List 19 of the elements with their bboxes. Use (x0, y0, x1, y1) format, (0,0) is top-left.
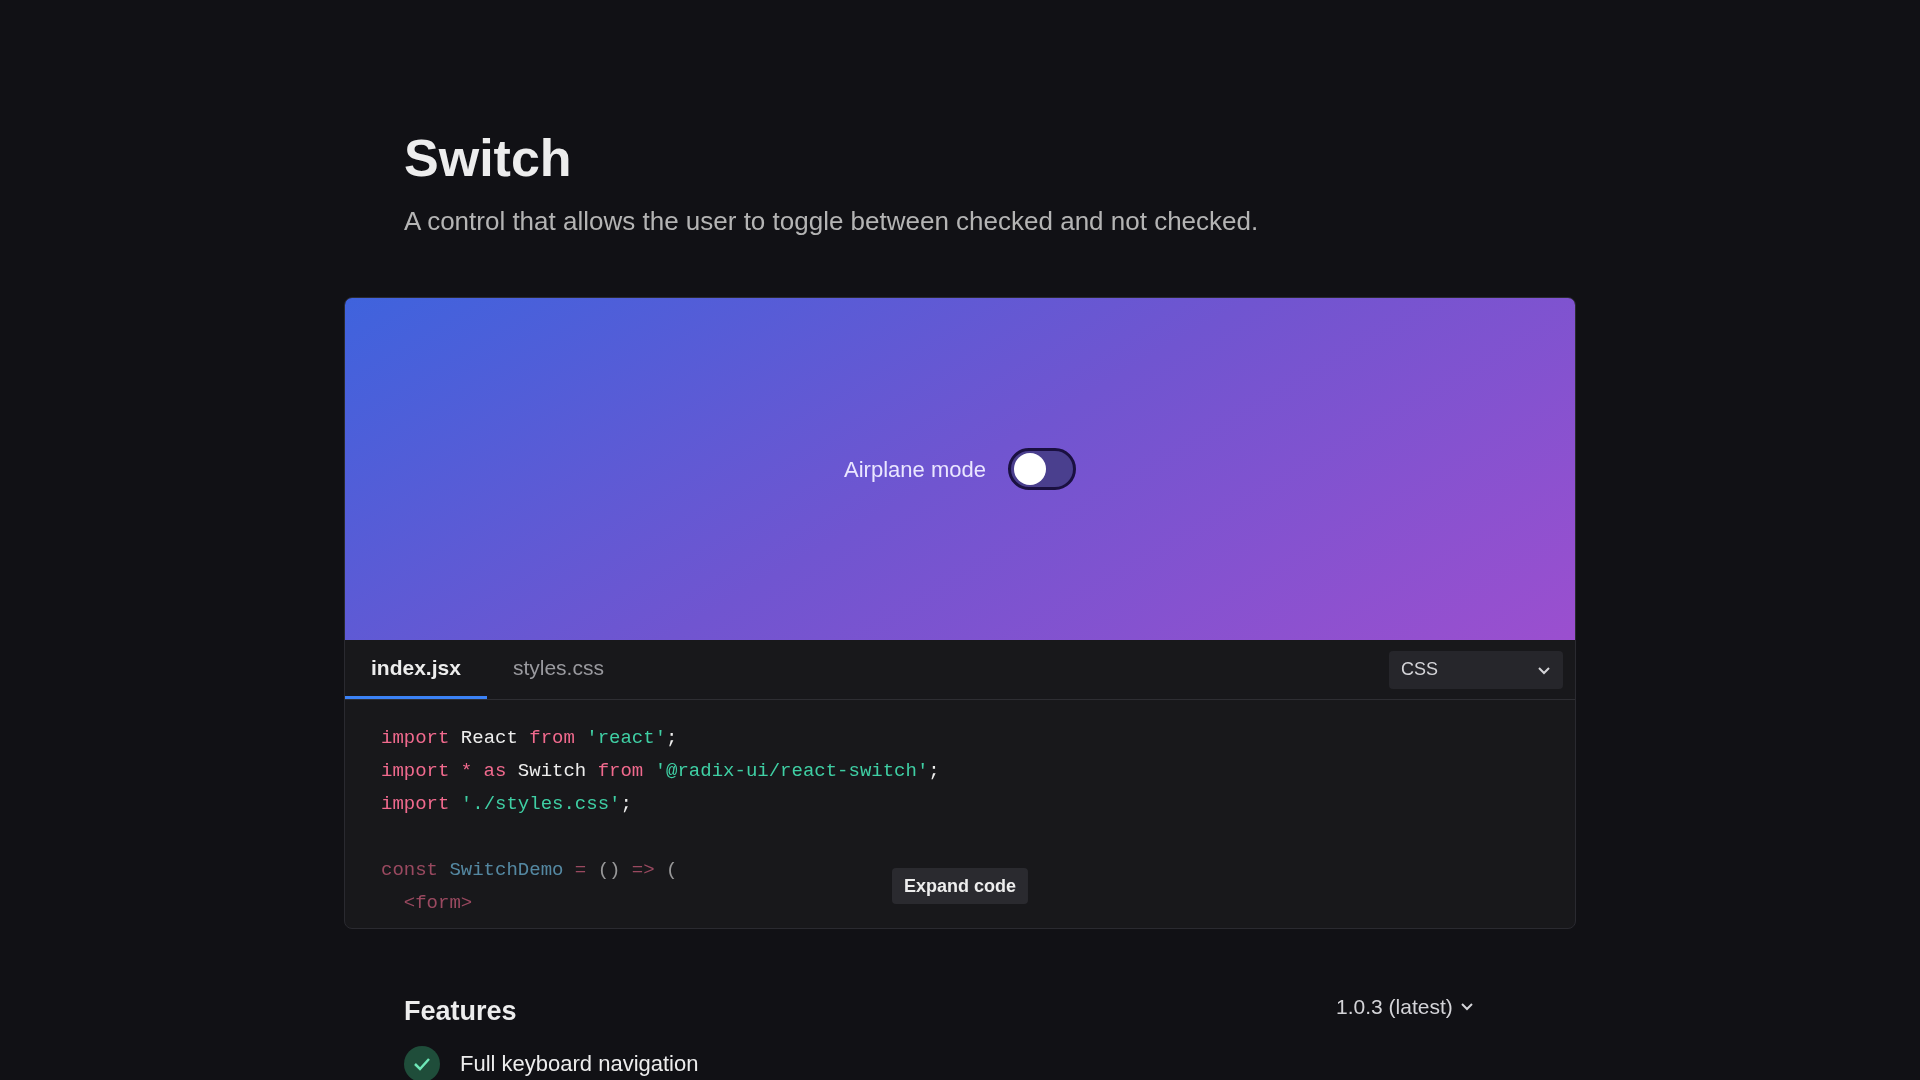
file-tab[interactable]: styles.css (486, 640, 630, 699)
code-line: import * as Switch from '@radix-ui/react-switch'; (381, 759, 940, 784)
chevron-down-icon (1537, 664, 1551, 675)
page-description: A control that allows the user to toggle between checked and not checked. (404, 205, 1259, 238)
switch-label: Airplane mode (844, 455, 986, 484)
file-tab[interactable]: index.jsx (345, 640, 487, 699)
code-line: const SwitchDemo = () => ( (381, 858, 678, 883)
code-line: import './styles.css'; (381, 792, 632, 817)
toggle-switch[interactable] (1007, 448, 1076, 490)
style-select[interactable]: CSS (1389, 650, 1563, 689)
code-line: <form> (402, 891, 473, 916)
chevron-down-icon (1460, 1002, 1473, 1011)
check-icon (404, 1045, 440, 1080)
page-title: Switch (404, 128, 572, 188)
expand-code-button[interactable]: Expand code (892, 868, 1028, 904)
features-heading: Features (404, 995, 517, 1028)
version-select[interactable]: 1.0.3 (latest) (1336, 991, 1473, 1023)
feature-item: Full keyboard navigation (460, 1050, 699, 1078)
code-line: import React from 'react'; (381, 726, 678, 751)
